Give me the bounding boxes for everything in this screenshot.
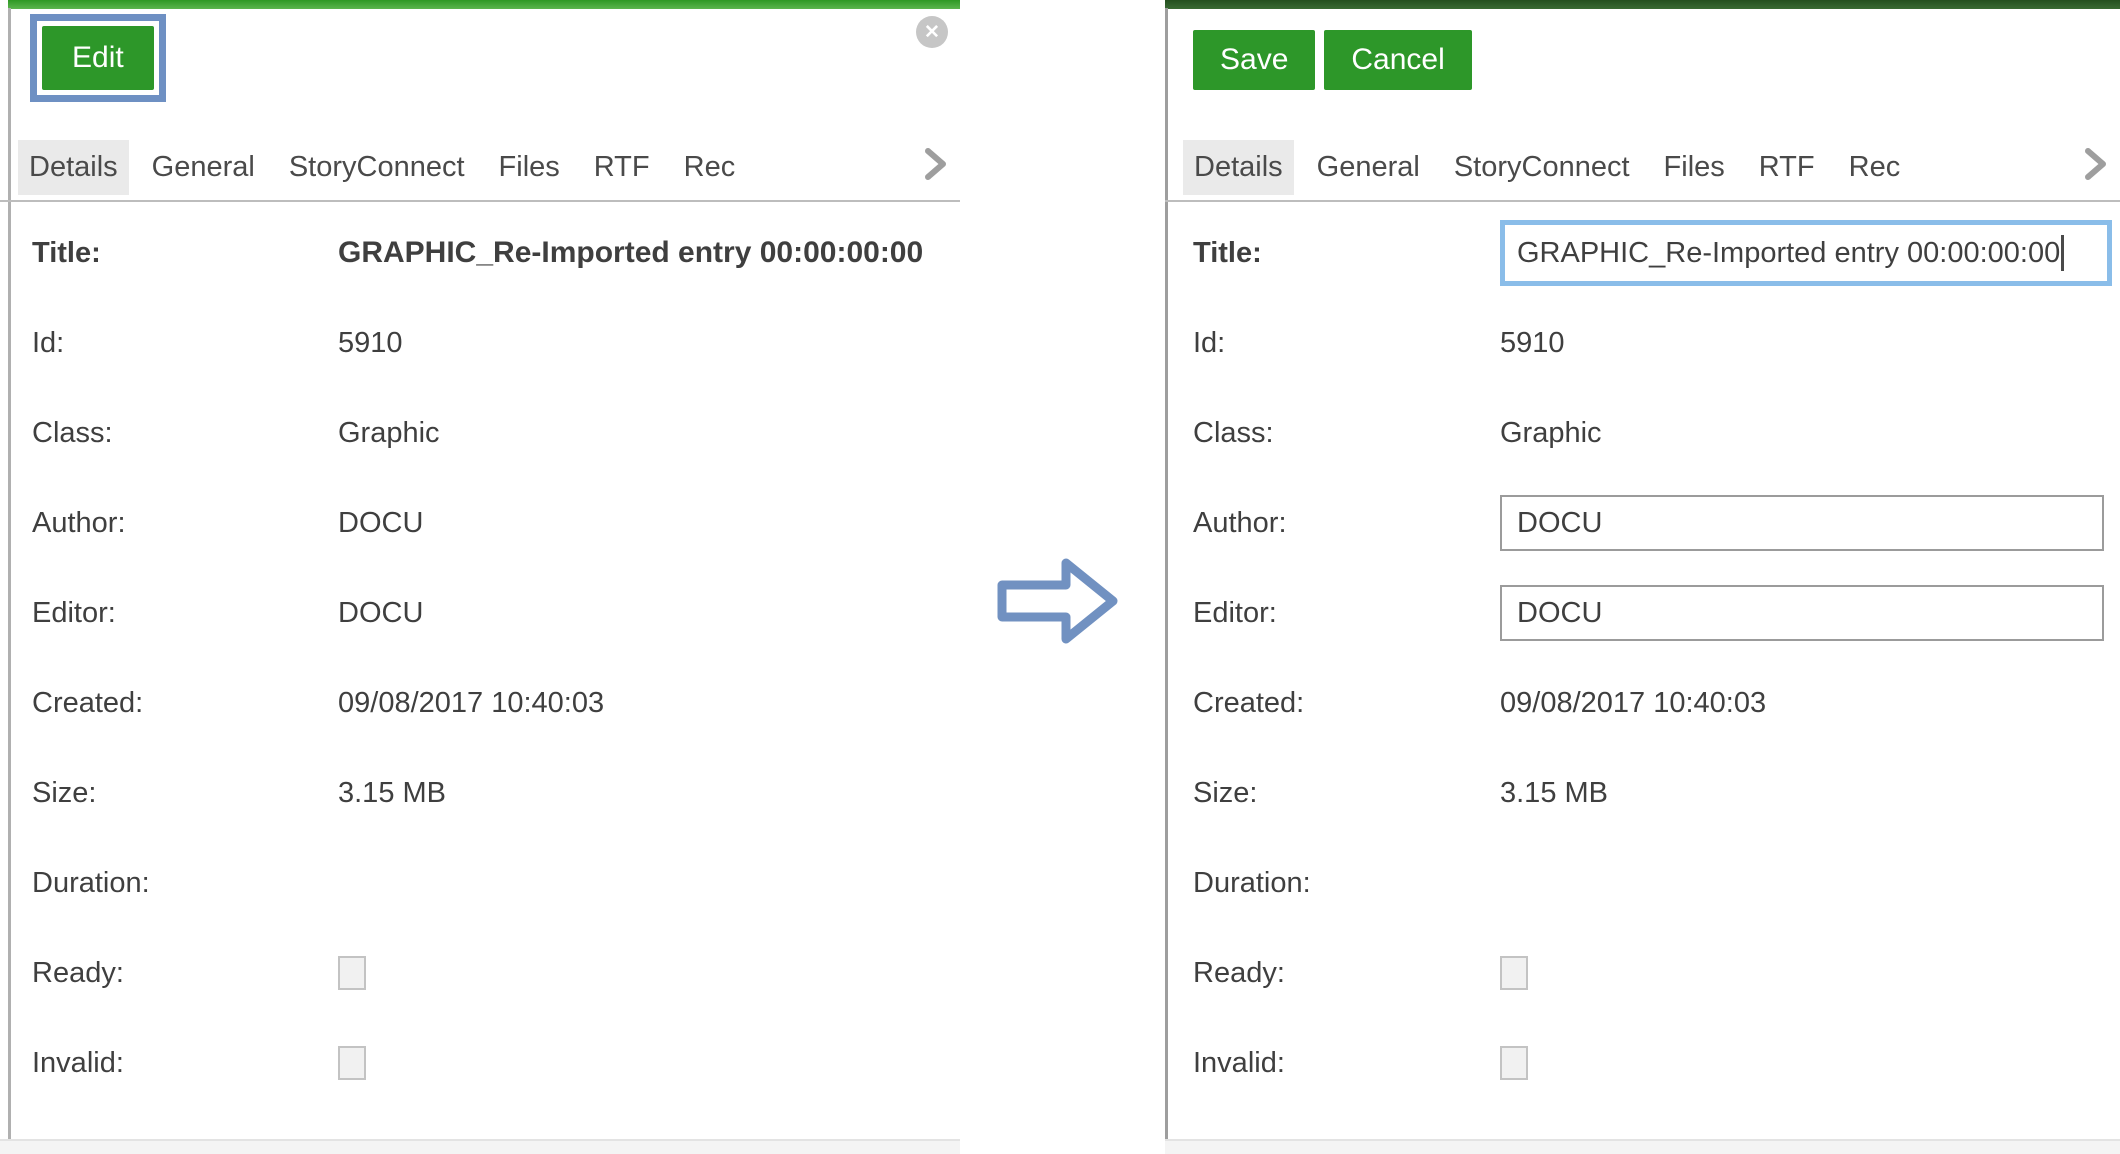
tab-rec[interactable]: Rec bbox=[1838, 140, 1912, 195]
panel-footer-strip bbox=[0, 1139, 960, 1154]
ready-checkbox[interactable] bbox=[338, 956, 366, 990]
size-label: Size: bbox=[32, 777, 338, 810]
author-value: DOCU bbox=[338, 507, 423, 540]
title-input[interactable]: GRAPHIC_Re-Imported entry 00:00:00:00 bbox=[1500, 220, 2112, 286]
id-label: Id: bbox=[1193, 327, 1500, 360]
field-row-id: Id: 5910 bbox=[1165, 298, 2120, 388]
field-row-size: Size: 3.15 MB bbox=[0, 748, 960, 838]
invalid-checkbox[interactable] bbox=[338, 1046, 366, 1080]
duration-label: Duration: bbox=[32, 867, 338, 900]
tab-files[interactable]: Files bbox=[1653, 140, 1736, 195]
field-row-ready: Ready: bbox=[0, 928, 960, 1018]
title-label: Title: bbox=[1193, 237, 1500, 270]
transition-arrow-icon bbox=[996, 556, 1120, 646]
tab-bar: Details General StoryConnect Files RTF R… bbox=[1165, 134, 2120, 202]
field-row-duration: Duration: bbox=[1165, 838, 2120, 928]
id-value: 5910 bbox=[1500, 327, 1565, 360]
edit-button[interactable]: Edit bbox=[42, 26, 154, 90]
field-row-size: Size: 3.15 MB bbox=[1165, 748, 2120, 838]
class-value: Graphic bbox=[1500, 417, 1602, 450]
tab-rec[interactable]: Rec bbox=[673, 140, 747, 195]
field-row-author: Author: DOCU bbox=[0, 478, 960, 568]
field-row-class: Class: Graphic bbox=[1165, 388, 2120, 478]
tab-details[interactable]: Details bbox=[1183, 140, 1294, 195]
edit-actions: Save Cancel bbox=[1193, 30, 1472, 90]
title-label: Title: bbox=[32, 237, 338, 270]
ready-label: Ready: bbox=[32, 957, 338, 990]
field-row-invalid: Invalid: bbox=[0, 1018, 960, 1108]
text-caret bbox=[2061, 235, 2064, 271]
invalid-checkbox[interactable] bbox=[1500, 1046, 1528, 1080]
size-value: 3.15 MB bbox=[338, 777, 446, 810]
ready-checkbox[interactable] bbox=[1500, 956, 1528, 990]
editor-label: Editor: bbox=[1193, 597, 1500, 630]
field-list: Title: GRAPHIC_Re-Imported entry 00:00:0… bbox=[0, 208, 960, 1108]
field-row-created: Created: 09/08/2017 10:40:03 bbox=[0, 658, 960, 748]
size-value: 3.15 MB bbox=[1500, 777, 1608, 810]
tab-files[interactable]: Files bbox=[488, 140, 571, 195]
panel-top-accent bbox=[8, 0, 960, 9]
tab-storyconnect[interactable]: StoryConnect bbox=[278, 140, 476, 195]
chevron-right-icon[interactable] bbox=[2082, 146, 2108, 182]
field-row-ready: Ready: bbox=[1165, 928, 2120, 1018]
author-label: Author: bbox=[32, 507, 338, 540]
panel-footer-strip bbox=[1165, 1139, 2120, 1154]
cancel-button[interactable]: Cancel bbox=[1324, 30, 1471, 90]
class-value: Graphic bbox=[338, 417, 440, 450]
tab-storyconnect[interactable]: StoryConnect bbox=[1443, 140, 1641, 195]
id-label: Id: bbox=[32, 327, 338, 360]
details-panel-view: Edit ✕ Details General StoryConnect File… bbox=[0, 0, 960, 1154]
panel-top-accent bbox=[1165, 0, 2120, 9]
created-label: Created: bbox=[32, 687, 338, 720]
workspace: Edit ✕ Details General StoryConnect File… bbox=[0, 0, 2120, 1154]
tab-rtf[interactable]: RTF bbox=[1748, 140, 1826, 195]
created-label: Created: bbox=[1193, 687, 1500, 720]
field-row-duration: Duration: bbox=[0, 838, 960, 928]
field-row-title: Title: GRAPHIC_Re-Imported entry 00:00:0… bbox=[1165, 208, 2120, 298]
tab-general[interactable]: General bbox=[1306, 140, 1431, 195]
field-row-title: Title: GRAPHIC_Re-Imported entry 00:00:0… bbox=[0, 208, 960, 298]
invalid-label: Invalid: bbox=[32, 1047, 338, 1080]
field-row-id: Id: 5910 bbox=[0, 298, 960, 388]
field-row-invalid: Invalid: bbox=[1165, 1018, 2120, 1108]
details-panel-edit: Save Cancel Details General StoryConnect… bbox=[1165, 0, 2120, 1154]
size-label: Size: bbox=[1193, 777, 1500, 810]
title-input-text: GRAPHIC_Re-Imported entry 00:00:00:00 bbox=[1517, 237, 2060, 270]
class-label: Class: bbox=[32, 417, 338, 450]
author-label: Author: bbox=[1193, 507, 1500, 540]
title-value: GRAPHIC_Re-Imported entry 00:00:00:00 bbox=[338, 236, 923, 270]
field-row-author: Author: bbox=[1165, 478, 2120, 568]
editor-label: Editor: bbox=[32, 597, 338, 630]
field-row-created: Created: 09/08/2017 10:40:03 bbox=[1165, 658, 2120, 748]
tab-details[interactable]: Details bbox=[18, 140, 129, 195]
close-icon-glyph: ✕ bbox=[924, 21, 940, 44]
created-value: 09/08/2017 10:40:03 bbox=[338, 687, 604, 720]
tab-rtf[interactable]: RTF bbox=[583, 140, 661, 195]
chevron-right-icon[interactable] bbox=[922, 146, 948, 182]
id-value: 5910 bbox=[338, 327, 403, 360]
invalid-label: Invalid: bbox=[1193, 1047, 1500, 1080]
tab-bar: Details General StoryConnect Files RTF R… bbox=[0, 134, 960, 202]
field-row-class: Class: Graphic bbox=[0, 388, 960, 478]
class-label: Class: bbox=[1193, 417, 1500, 450]
tab-general[interactable]: General bbox=[141, 140, 266, 195]
editor-value: DOCU bbox=[338, 597, 423, 630]
close-icon[interactable]: ✕ bbox=[916, 16, 948, 48]
editor-input[interactable] bbox=[1500, 585, 2104, 641]
author-input[interactable] bbox=[1500, 495, 2104, 551]
duration-label: Duration: bbox=[1193, 867, 1500, 900]
field-row-editor: Editor: bbox=[1165, 568, 2120, 658]
created-value: 09/08/2017 10:40:03 bbox=[1500, 687, 1766, 720]
edit-button-highlight: Edit bbox=[30, 14, 166, 102]
field-list: Title: GRAPHIC_Re-Imported entry 00:00:0… bbox=[1165, 208, 2120, 1108]
field-row-editor: Editor: DOCU bbox=[0, 568, 960, 658]
ready-label: Ready: bbox=[1193, 957, 1500, 990]
save-button[interactable]: Save bbox=[1193, 30, 1315, 90]
